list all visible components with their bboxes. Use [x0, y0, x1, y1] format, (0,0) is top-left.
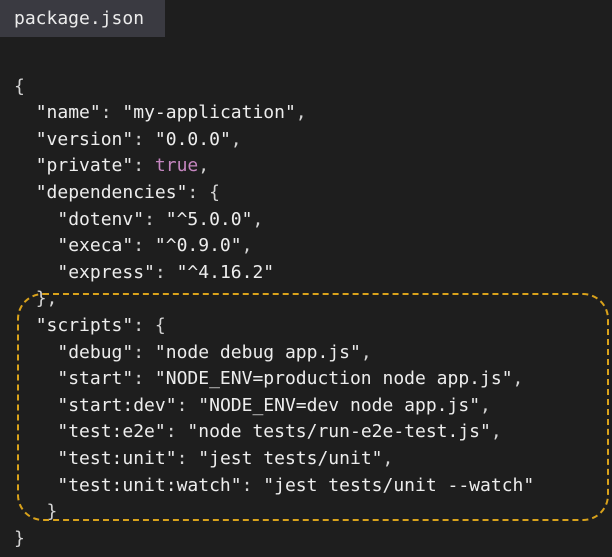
code-content: { "name": "my-application", "version": "… [14, 47, 534, 552]
code-line-1: { [14, 74, 534, 101]
debug-value: "node debug app.js" [154, 341, 361, 363]
express-value: "^4.16.2" [176, 261, 275, 283]
test-unit-watch-key: "test:unit:watch" [57, 474, 242, 496]
private-key: "private" [35, 155, 134, 177]
root-close-brace: } [14, 527, 25, 549]
code-line-9: }, [14, 286, 534, 313]
dependencies-key: "dependencies" [35, 181, 188, 203]
express-key: "express" [57, 261, 155, 283]
name-key: "name" [35, 102, 101, 124]
name-value: "my-application" [122, 102, 296, 124]
editor-window: package.json { "name": "my-application",… [0, 0, 612, 557]
scripts-key: "scripts" [35, 314, 134, 336]
code-line-4: "private": true, [35, 155, 210, 177]
root-open-brace: { [14, 75, 25, 97]
code-line-5: "dependencies": { [35, 181, 220, 203]
code-line-8: "express": "^4.16.2" [57, 261, 275, 283]
code-line-18: } [14, 526, 534, 553]
start-dev-key: "start:dev" [57, 394, 177, 416]
test-unit-key: "test:unit" [57, 447, 177, 469]
execa-key: "execa" [57, 235, 134, 257]
dotenv-key: "dotenv" [57, 208, 145, 230]
test-e2e-value: "node tests/run-e2e-test.js" [187, 421, 491, 443]
execa-value: "^0.9.0" [154, 235, 242, 257]
code-line-6: "dotenv": "^5.0.0", [57, 208, 264, 230]
code-line-12: "start": "NODE_ENV=production node app.j… [57, 368, 524, 390]
test-e2e-key: "test:e2e" [57, 421, 166, 443]
code-line-2: "name": "my-application", [35, 102, 307, 124]
version-key: "version" [35, 128, 134, 150]
code-editor[interactable]: { "name": "my-application", "version": "… [0, 37, 612, 557]
test-unit-watch-value: "jest tests/unit --watch" [263, 474, 535, 496]
start-key: "start" [57, 368, 134, 390]
file-tab-label: package.json [14, 8, 145, 29]
code-line-15: "test:unit": "jest tests/unit", [57, 447, 394, 469]
file-tab[interactable]: package.json [0, 0, 165, 37]
dotenv-value: "^5.0.0" [165, 208, 253, 230]
code-line-11: "debug": "node debug app.js", [57, 341, 372, 363]
code-line-3: "version": "0.0.0", [35, 128, 242, 150]
code-line-17: } [14, 499, 534, 526]
code-line-16: "test:unit:watch": "jest tests/unit --wa… [57, 474, 535, 496]
scripts-close: } [46, 501, 58, 523]
debug-key: "debug" [57, 341, 134, 363]
start-value: "NODE_ENV=production node app.js" [154, 368, 513, 390]
code-line-7: "execa": "^0.9.0", [57, 235, 253, 257]
code-line-14: "test:e2e": "node tests/run-e2e-test.js"… [57, 421, 502, 443]
code-line-10: "scripts": { [35, 314, 166, 336]
code-line-13: "start:dev": "NODE_ENV=dev node app.js", [57, 394, 491, 416]
test-unit-value: "jest tests/unit" [198, 447, 383, 469]
dependencies-close: }, [35, 288, 58, 310]
start-dev-value: "NODE_ENV=dev node app.js" [198, 394, 481, 416]
private-value: true [154, 155, 199, 177]
version-value: "0.0.0" [154, 128, 231, 150]
